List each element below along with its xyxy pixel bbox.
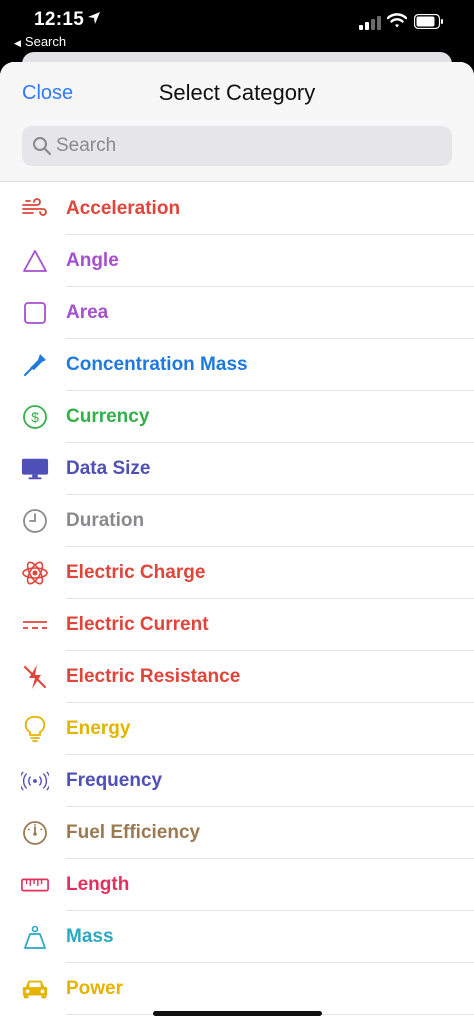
category-row-mass[interactable]: Mass bbox=[0, 911, 474, 963]
category-sheet: Close Select Category AccelerationAngleA… bbox=[0, 62, 474, 1025]
category-label: Mass bbox=[66, 926, 114, 947]
category-row-frequency[interactable]: Frequency bbox=[0, 755, 474, 807]
category-label: Angle bbox=[66, 250, 119, 271]
ruler-icon bbox=[21, 872, 49, 898]
category-row-electric-current[interactable]: Electric Current bbox=[0, 599, 474, 651]
category-row-acceleration[interactable]: Acceleration bbox=[0, 183, 474, 235]
cellular-signal-icon bbox=[359, 16, 381, 30]
dc-current-icon bbox=[21, 612, 49, 638]
category-row-area[interactable]: Area bbox=[0, 287, 474, 339]
car-icon bbox=[21, 976, 49, 1002]
category-label: Area bbox=[66, 302, 109, 323]
back-to-app-link[interactable]: ◀ Search bbox=[14, 34, 66, 49]
location-arrow-icon bbox=[88, 12, 100, 24]
category-label: Frequency bbox=[66, 770, 163, 791]
category-row-duration[interactable]: Duration bbox=[0, 495, 474, 547]
battery-icon bbox=[414, 14, 443, 29]
svg-text:$: $ bbox=[31, 409, 39, 425]
category-label: Energy bbox=[66, 718, 131, 739]
status-bar: 12:15 ◀ Search bbox=[0, 0, 474, 56]
triangle-icon bbox=[21, 248, 49, 274]
category-row-electric-resistance[interactable]: Electric Resistance bbox=[0, 651, 474, 703]
search-input[interactable] bbox=[56, 126, 436, 166]
square-icon bbox=[21, 300, 49, 326]
category-list: Acceleration Angle Area Concentration Mass $… bbox=[0, 183, 474, 1015]
dollar-circle-icon: $ bbox=[21, 404, 49, 430]
category-row-data-size[interactable]: Data Size bbox=[0, 443, 474, 495]
back-triangle-icon: ◀ bbox=[14, 38, 21, 48]
category-label: Electric Current bbox=[66, 614, 209, 635]
category-label: Data Size bbox=[66, 458, 151, 479]
category-row-currency[interactable]: $ Currency bbox=[0, 391, 474, 443]
category-label: Electric Charge bbox=[66, 562, 206, 583]
sheet-title: Select Category bbox=[158, 80, 316, 105]
category-label: Power bbox=[66, 978, 124, 999]
status-time: 12:15 bbox=[34, 9, 85, 30]
category-row-fuel-efficiency[interactable]: Fuel Efficiency bbox=[0, 807, 474, 859]
scale-weight-icon bbox=[21, 924, 49, 950]
monitor-icon bbox=[21, 456, 49, 482]
category-label: Fuel Efficiency bbox=[66, 822, 201, 843]
atom-icon bbox=[21, 560, 49, 586]
category-label: Duration bbox=[66, 510, 145, 531]
category-row-power[interactable]: Power bbox=[0, 963, 474, 1015]
category-row-angle[interactable]: Angle bbox=[0, 235, 474, 287]
home-indicator bbox=[153, 1011, 322, 1016]
category-label: Concentration Mass bbox=[66, 354, 248, 375]
wind-icon bbox=[21, 196, 49, 222]
category-label: Currency bbox=[66, 406, 150, 427]
wifi-icon bbox=[387, 13, 407, 28]
category-label: Electric Resistance bbox=[66, 666, 241, 687]
category-label: Acceleration bbox=[66, 198, 181, 219]
dropper-icon bbox=[21, 352, 49, 378]
category-label: Length bbox=[66, 874, 130, 895]
broadcast-icon bbox=[21, 768, 49, 794]
clock-icon bbox=[21, 508, 49, 534]
category-row-electric-charge[interactable]: Electric Charge bbox=[0, 547, 474, 599]
lightbulb-icon bbox=[21, 716, 49, 742]
back-app-label: Search bbox=[24, 34, 67, 49]
category-row-length[interactable]: Length bbox=[0, 859, 474, 911]
search-bar[interactable] bbox=[22, 126, 452, 166]
gauge-icon bbox=[21, 820, 49, 846]
sheet-header: Close Select Category bbox=[0, 62, 474, 182]
search-icon bbox=[33, 137, 52, 156]
category-row-energy[interactable]: Energy bbox=[0, 703, 474, 755]
category-row-concentration-mass[interactable]: Concentration Mass bbox=[0, 339, 474, 391]
resistance-bolt-icon bbox=[21, 664, 49, 690]
